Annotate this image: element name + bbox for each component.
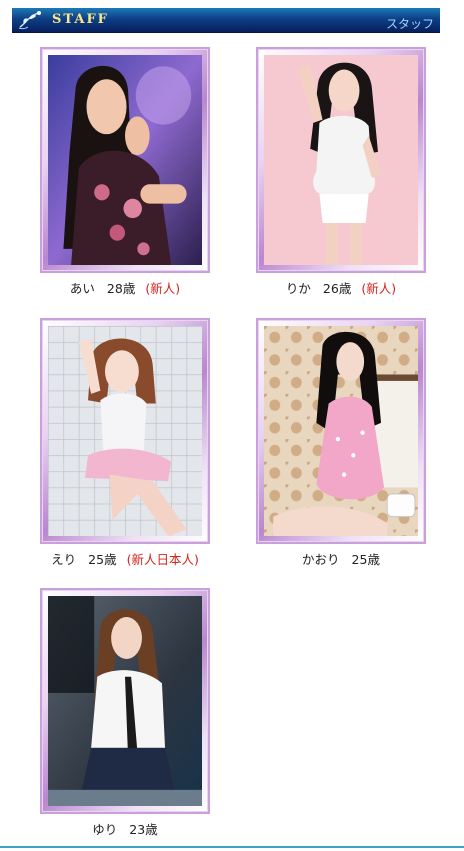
staff-photo[interactable] — [48, 326, 202, 536]
footer-divider — [0, 846, 464, 848]
staff-photo[interactable] — [48, 55, 202, 265]
photo-frame[interactable] — [40, 47, 210, 273]
staff-age: 28歳 — [106, 281, 136, 296]
staff-tag: (新人日本人) — [126, 552, 199, 567]
staff-name: えり — [51, 552, 77, 567]
staff-caption: えり 25歳 (新人日本人) — [40, 549, 210, 568]
staff-name: りか — [285, 281, 311, 296]
photo-frame[interactable] — [256, 47, 426, 273]
staff-caption: りか 26歳 (新人) — [256, 278, 426, 297]
staff-card[interactable]: ゆり 23歳 — [40, 588, 210, 838]
staff-caption: ゆり 23歳 — [40, 819, 210, 838]
photo-frame[interactable] — [40, 588, 210, 814]
staff-tag: (新人) — [145, 281, 181, 296]
staff-age: 25歳 — [351, 552, 380, 567]
staff-tag: (新人) — [361, 281, 397, 296]
staff-card[interactable]: あい 28歳 (新人) — [40, 47, 210, 297]
staff-caption: あい 28歳 (新人) — [40, 278, 210, 297]
staff-caption: かおり 25歳 — [256, 549, 426, 568]
staff-name: あい — [69, 281, 95, 296]
staff-age: 23歳 — [129, 822, 158, 837]
staff-name: かおり — [302, 552, 340, 567]
staff-age: 26歳 — [322, 281, 352, 296]
floral-ornament-icon — [18, 11, 41, 30]
staff-card[interactable]: りか 26歳 (新人) — [256, 47, 426, 297]
staff-header-bar: STAFF スタッフ — [12, 8, 440, 33]
staff-photo[interactable] — [264, 326, 418, 536]
page-title: STAFF — [52, 12, 109, 27]
staff-card[interactable]: えり 25歳 (新人日本人) — [40, 318, 210, 568]
photo-frame[interactable] — [40, 318, 210, 544]
staff-card[interactable]: かおり 25歳 — [256, 318, 426, 568]
staff-name: ゆり — [92, 822, 118, 837]
staff-age: 25歳 — [88, 552, 117, 567]
photo-frame[interactable] — [256, 318, 426, 544]
staff-photo[interactable] — [48, 596, 202, 806]
staff-photo[interactable] — [264, 55, 418, 265]
page-subtitle: スタッフ — [385, 17, 434, 31]
